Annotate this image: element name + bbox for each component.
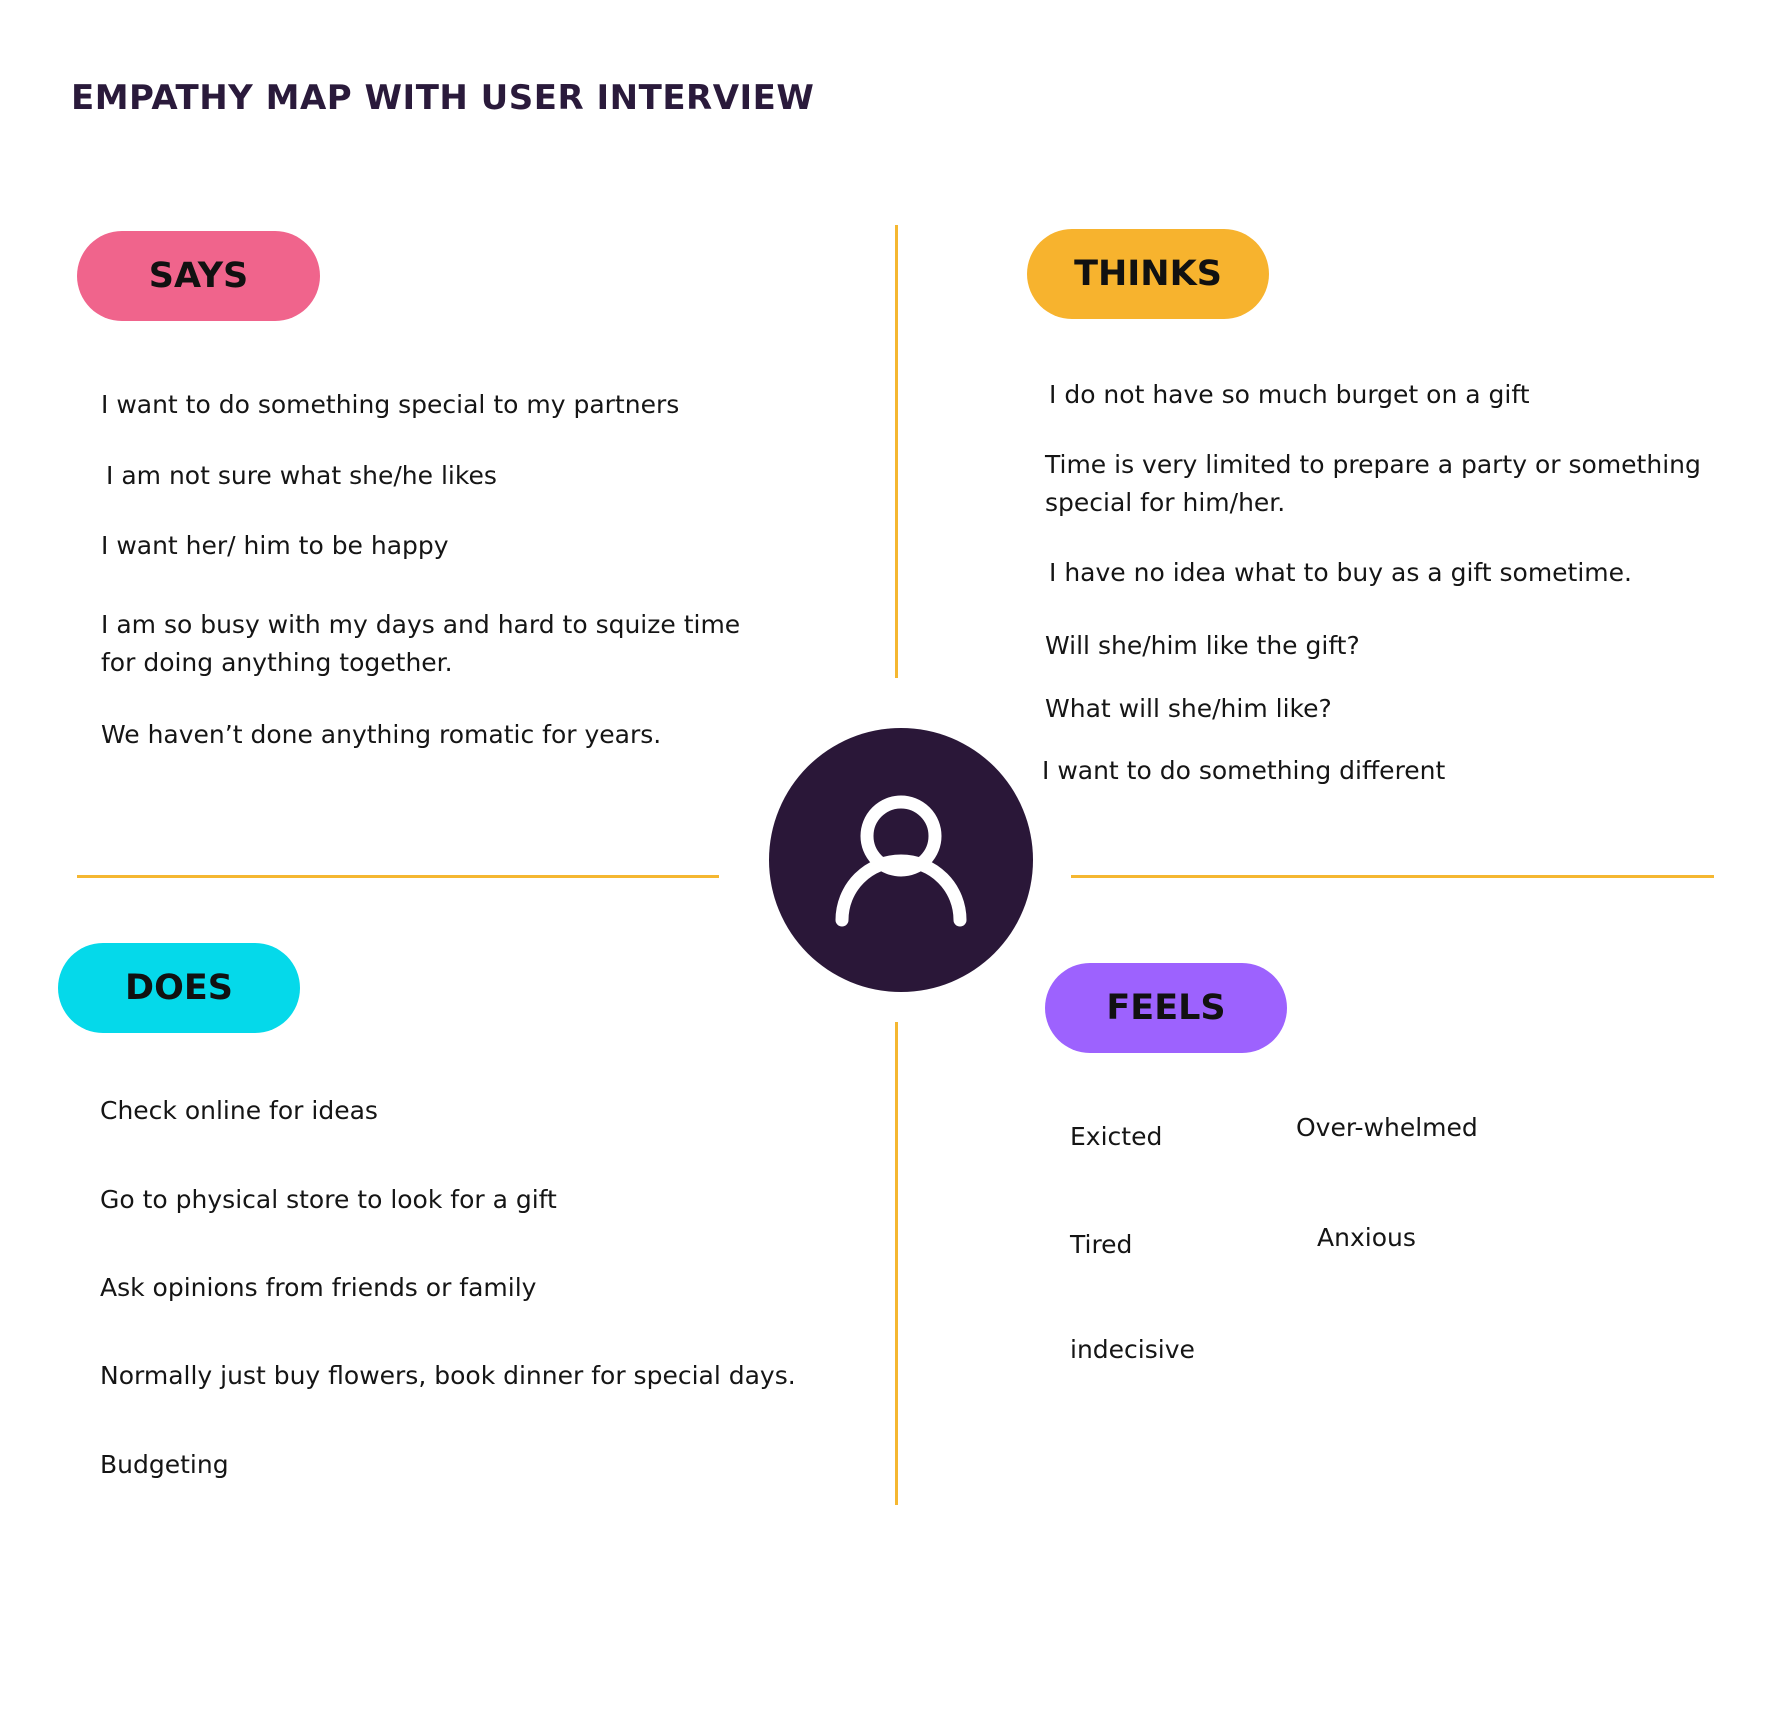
does-item: Go to physical store to look for a gift — [100, 1185, 557, 1214]
thinks-item: Time is very limited to prepare a party … — [1045, 450, 1701, 517]
divider-horizontal-left — [77, 875, 719, 878]
divider-vertical-bottom — [895, 1022, 898, 1505]
feels-item: Anxious — [1317, 1223, 1416, 1252]
thinks-label: THINKS — [1027, 229, 1269, 319]
user-icon — [831, 788, 971, 933]
feels-label: FEELS — [1045, 963, 1287, 1053]
feels-item: Over-whelmed — [1296, 1113, 1478, 1142]
does-item: Budgeting — [100, 1450, 229, 1479]
says-item: I am not sure what she/he likes — [106, 461, 497, 490]
says-label: SAYS — [77, 231, 320, 321]
user-avatar — [769, 728, 1033, 992]
thinks-item: I do not have so much burget on a gift — [1049, 380, 1530, 409]
does-item: Normally just buy flowers, book dinner f… — [100, 1361, 796, 1390]
says-item: We haven’t done anything romatic for yea… — [101, 720, 662, 749]
says-item: I am so busy with my days and hard to sq… — [101, 610, 741, 677]
says-item: I want to do something special to my par… — [101, 390, 680, 419]
divider-vertical-top — [895, 225, 898, 678]
thinks-item: I want to do something different — [1042, 756, 1446, 785]
thinks-item: I have no idea what to buy as a gift som… — [1049, 558, 1632, 587]
says-item: I want her/ him to be happy — [101, 531, 449, 560]
feels-item: indecisive — [1070, 1335, 1195, 1364]
divider-horizontal-right — [1071, 875, 1714, 878]
does-item: Ask opinions from friends or family — [100, 1273, 537, 1302]
page-title: EMPATHY MAP WITH USER INTERVIEW — [71, 78, 815, 118]
does-label: DOES — [58, 943, 300, 1033]
thinks-item: Will she/him like the gift? — [1045, 631, 1360, 660]
feels-item: Tired — [1070, 1230, 1133, 1259]
does-item: Check online for ideas — [100, 1096, 378, 1125]
feels-item: Exicted — [1070, 1122, 1163, 1151]
thinks-item: What will she/him like? — [1045, 694, 1332, 723]
